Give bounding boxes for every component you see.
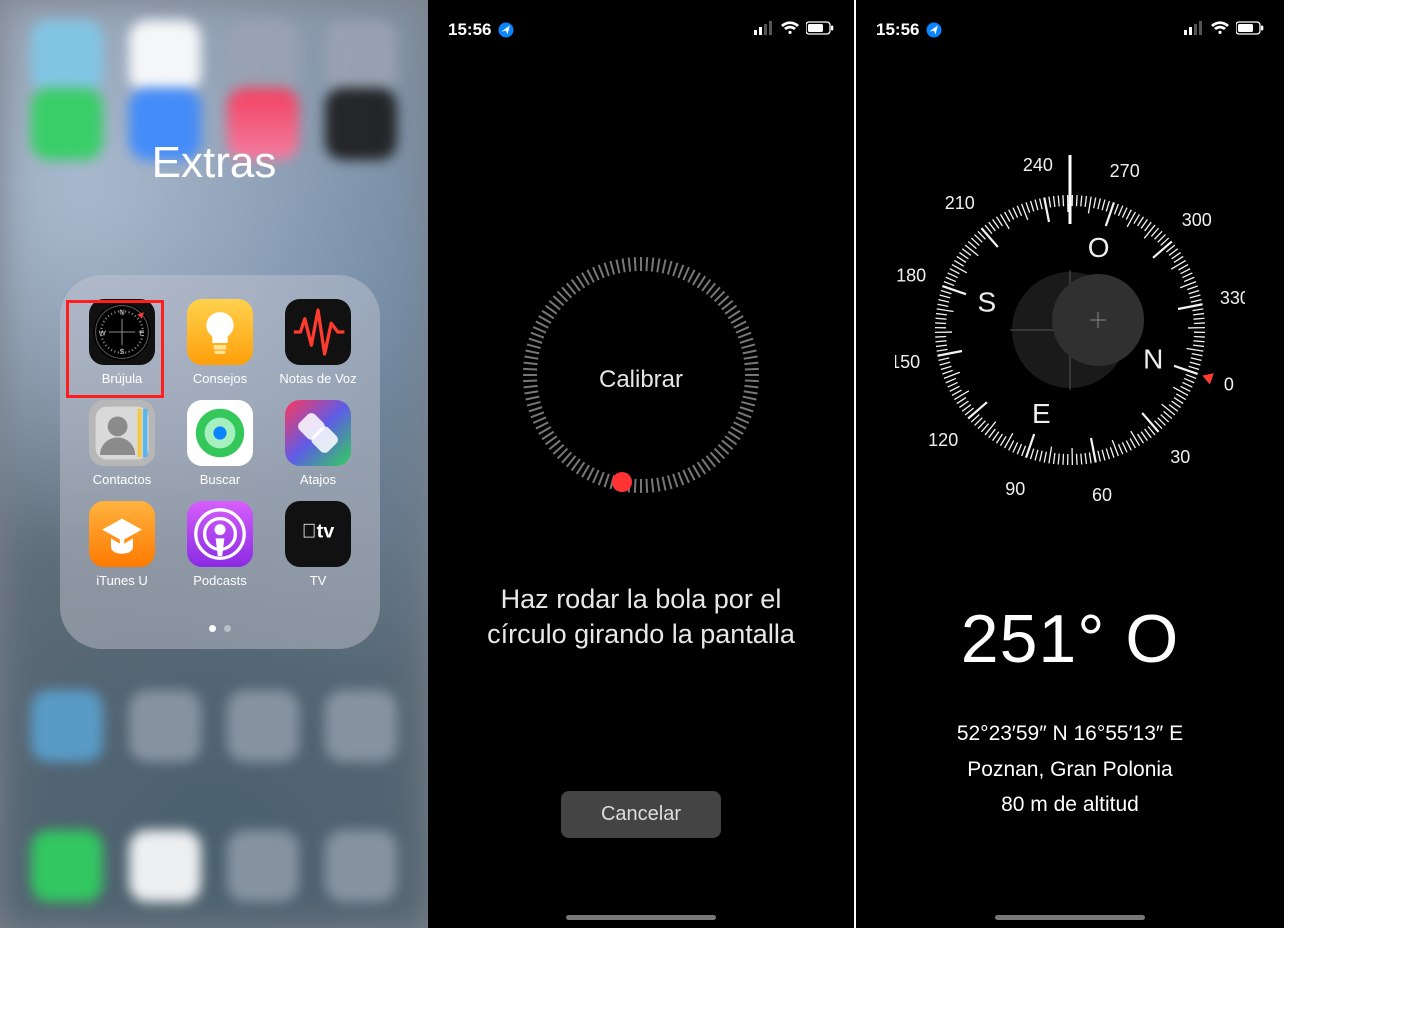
svg-text:0: 0 (1224, 375, 1234, 395)
itunesu-icon (89, 501, 155, 567)
svg-text:N: N (1143, 344, 1163, 375)
svg-text:60: 60 (1092, 485, 1112, 505)
app-podcasts[interactable]: Podcasts (176, 501, 264, 588)
heading-reading: 251° O (856, 600, 1284, 678)
status-time: 15:56 (448, 20, 491, 40)
svg-text:180: 180 (896, 265, 926, 285)
svg-text:O: O (1088, 232, 1110, 263)
status-bar: 15:56 (856, 18, 1284, 42)
shortcuts-icon (285, 400, 351, 466)
app-tips[interactable]: Consejos (176, 299, 264, 386)
contacts-icon (89, 400, 155, 466)
svg-text:E: E (1032, 398, 1051, 429)
svg-text:270: 270 (1110, 161, 1140, 181)
cell-icon (1184, 20, 1204, 40)
svg-text:tv: tv (302, 520, 334, 542)
cell-icon (754, 20, 774, 40)
svg-text:120: 120 (928, 430, 958, 450)
find-icon (187, 400, 253, 466)
home-indicator[interactable] (995, 915, 1145, 920)
svg-text:30: 30 (1170, 447, 1190, 467)
compass-dial[interactable]: 0 30 60 90 120 150 180 210 240 270 300 330 N E S O (895, 130, 1245, 520)
app-label: Notas de Voz (279, 371, 356, 386)
app-label: Podcasts (193, 573, 246, 588)
calibrate-ball (612, 472, 632, 492)
svg-text:330: 330 (1220, 288, 1245, 308)
tv-icon: tv (285, 501, 351, 567)
svg-text:150: 150 (895, 352, 920, 372)
calibrate-panel: 15:56 Calibrar Haz rodar la bola por el … (428, 0, 856, 928)
svg-text:240: 240 (1023, 155, 1053, 175)
altitude: 80 m de altitud (856, 787, 1284, 823)
folder-title: Extras (0, 138, 428, 188)
tips-icon (187, 299, 253, 365)
app-contacts[interactable]: Contactos (78, 400, 166, 487)
app-label: Atajos (300, 472, 336, 487)
location-icon (925, 21, 943, 39)
app-label: iTunes U (96, 573, 148, 588)
battery-icon (1236, 20, 1264, 40)
app-label: TV (310, 573, 327, 588)
app-label: Contactos (93, 472, 152, 487)
homescreen-panel: Extras NSEWBrújulaConsejosNotas de VozCo… (0, 0, 428, 928)
app-label: Consejos (193, 371, 247, 386)
app-label: Buscar (200, 472, 240, 487)
status-time: 15:56 (876, 20, 919, 40)
wifi-icon (1210, 20, 1230, 40)
voice-icon (285, 299, 351, 365)
highlight-box (66, 300, 164, 398)
page-dots[interactable] (60, 619, 380, 637)
compass-panel: 15:56 0 30 60 90 120 150 180 210 240 270 300 330 N E S… (856, 0, 1284, 928)
app-tv[interactable]: tv TV (274, 501, 362, 588)
location-icon (497, 21, 515, 39)
cancel-button[interactable]: Cancelar (561, 791, 721, 838)
app-itunesu[interactable]: iTunes U (78, 501, 166, 588)
svg-text:S: S (977, 286, 996, 317)
app-voice[interactable]: Notas de Voz (274, 299, 362, 386)
status-bar: 15:56 (428, 18, 854, 42)
coords: 52°23′59″ N 16°55′13″ E (856, 716, 1284, 752)
home-indicator[interactable] (566, 915, 716, 920)
wifi-icon (780, 20, 800, 40)
battery-icon (806, 20, 834, 40)
calibrate-instruction: Haz rodar la bola por el círculo girando… (468, 582, 814, 652)
location-meta: 52°23′59″ N 16°55′13″ E Poznan, Gran Pol… (856, 716, 1284, 823)
place: Poznan, Gran Polonia (856, 752, 1284, 788)
svg-text:90: 90 (1005, 479, 1025, 499)
app-find[interactable]: Buscar (176, 400, 264, 487)
podcasts-icon (187, 501, 253, 567)
svg-text:300: 300 (1182, 210, 1212, 230)
svg-text:210: 210 (945, 193, 975, 213)
app-shortcuts[interactable]: Atajos (274, 400, 362, 487)
calibrate-label: Calibrar (428, 366, 854, 394)
